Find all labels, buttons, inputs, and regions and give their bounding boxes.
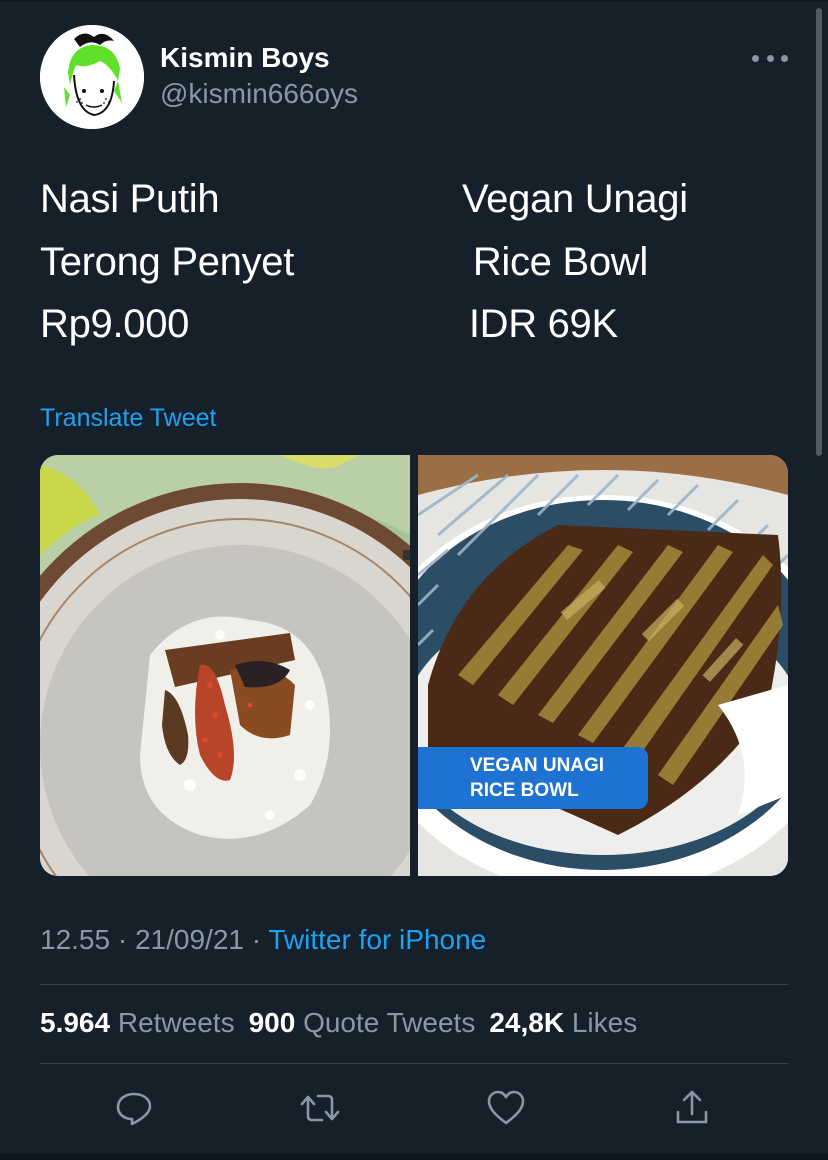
like-icon[interactable] bbox=[484, 1086, 528, 1130]
tweet-text-left-line-3: Rp9.000 bbox=[40, 302, 190, 346]
meta-separator-1: · bbox=[110, 924, 135, 955]
likes-label[interactable]: Likes bbox=[572, 1007, 637, 1038]
tweet-text-right-line-3: IDR 69K bbox=[458, 302, 618, 346]
image-overlay-badge: VEGAN UNAGI RICE BOWL bbox=[418, 747, 648, 809]
retweet-icon[interactable] bbox=[298, 1086, 342, 1130]
tweet-photo-terong-penyet[interactable] bbox=[40, 455, 410, 876]
likes-count[interactable]: 24,8K bbox=[489, 1007, 564, 1038]
more-options-icon[interactable] bbox=[752, 50, 788, 66]
quote-tweets-label[interactable]: Quote Tweets bbox=[303, 1007, 475, 1038]
image-overlay-line-2: RICE BOWL bbox=[470, 780, 579, 801]
author-name[interactable]: Kismin Boys bbox=[160, 42, 330, 74]
avatar[interactable] bbox=[40, 25, 144, 129]
tweet-photo-vegan-unagi[interactable]: VEGAN UNAGI RICE BOWL bbox=[418, 455, 788, 876]
divider-top bbox=[40, 984, 788, 985]
top-edge bbox=[0, 0, 828, 2]
avatar-drawing-icon bbox=[40, 25, 144, 129]
quote-tweets-count[interactable]: 900 bbox=[249, 1007, 296, 1038]
tweet-date: 21/09/21 bbox=[134, 924, 244, 955]
tweet-text-left-line-2: Terong Penyet bbox=[40, 240, 295, 284]
author-handle[interactable]: @kismin666oys bbox=[160, 78, 358, 110]
tweet-source-link[interactable]: Twitter for iPhone bbox=[268, 924, 486, 955]
scrollbar[interactable] bbox=[816, 8, 822, 456]
tweet-metadata: 12.55 · 21/09/21 · Twitter for iPhone bbox=[40, 924, 486, 956]
tweet-text-left-line-1: Nasi Putih bbox=[40, 177, 220, 221]
reply-icon[interactable] bbox=[112, 1086, 156, 1130]
tweet-stats: 5.964 Retweets 900 Quote Tweets 24,8K Like… bbox=[40, 1007, 637, 1039]
translate-tweet-link[interactable]: Translate Tweet bbox=[40, 404, 216, 433]
tweet-time: 12.55 bbox=[40, 924, 111, 955]
retweets-label[interactable]: Retweets bbox=[118, 1007, 235, 1038]
tweet-text-right-line-2: Rice Bowl bbox=[462, 240, 648, 284]
retweets-count[interactable]: 5.964 bbox=[40, 1007, 110, 1038]
image-overlay-line-1: VEGAN UNAGI bbox=[470, 755, 605, 776]
meta-separator-2: · bbox=[243, 924, 269, 955]
share-icon[interactable] bbox=[670, 1086, 714, 1130]
divider-bottom bbox=[40, 1063, 788, 1064]
bottom-edge bbox=[0, 1154, 828, 1160]
tweet-text-right-line-1: Vegan Unagi bbox=[462, 177, 688, 221]
